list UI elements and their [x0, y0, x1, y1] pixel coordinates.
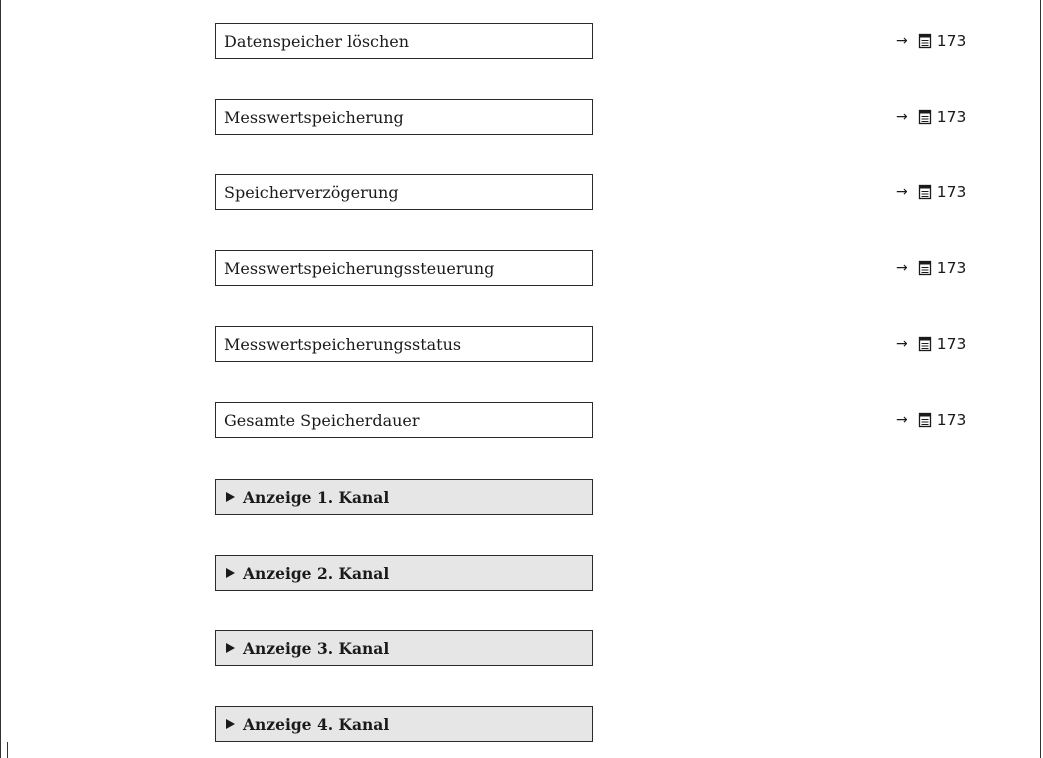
page-reference-icon	[918, 109, 931, 125]
page-number: 173	[936, 32, 967, 50]
page-reference[interactable]: → 173	[896, 23, 1006, 59]
page-number: 173	[936, 183, 967, 201]
submenu-triangle-icon	[226, 643, 235, 653]
submenu-label: Anzeige 2. Kanal	[243, 563, 390, 583]
page-number: 173	[936, 108, 967, 126]
parameter-gesamte-speicherdauer[interactable]: Gesamte Speicherdauer	[215, 402, 593, 438]
arrow-right-icon: →	[896, 412, 908, 428]
parameter-datenspeicher-loeschen[interactable]: Datenspeicher löschen	[215, 23, 593, 59]
page-reference-icon	[918, 336, 931, 352]
parameter-label: Gesamte Speicherdauer	[224, 410, 420, 430]
page-reference-icon	[918, 184, 931, 200]
parameter-label: Messwertspeicherung	[224, 107, 404, 127]
page-reference-icon	[918, 412, 931, 428]
parameter-label: Messwertspeicherungssteuerung	[224, 258, 495, 278]
page-reference[interactable]: → 173	[896, 402, 1006, 438]
arrow-right-icon: →	[896, 336, 908, 352]
page-reference[interactable]: → 173	[896, 250, 1006, 286]
left-border-line	[0, 0, 1, 758]
page-reference[interactable]: → 173	[896, 174, 1006, 210]
arrow-right-icon: →	[896, 109, 908, 125]
page-reference[interactable]: → 173	[896, 326, 1006, 362]
parameter-label: Messwertspeicherungsstatus	[224, 334, 462, 354]
parameter-messwertspeicherung[interactable]: Messwertspeicherung	[215, 99, 593, 135]
left-border-tick	[7, 742, 8, 758]
parameter-messwertspeicherungssteuerung[interactable]: Messwertspeicherungssteuerung	[215, 250, 593, 286]
submenu-triangle-icon	[226, 492, 235, 502]
arrow-right-icon: →	[896, 260, 908, 276]
page-number: 173	[936, 259, 967, 277]
submenu-label: Anzeige 3. Kanal	[243, 638, 390, 658]
right-border-line	[1040, 0, 1041, 758]
parameter-speicherverzoegerung[interactable]: Speicherverzögerung	[215, 174, 593, 210]
document-page: Datenspeicher löschen → 173 Messwertspei…	[0, 0, 1043, 758]
page-reference-icon	[918, 260, 931, 276]
submenu-triangle-icon	[226, 719, 235, 729]
parameter-label: Datenspeicher löschen	[224, 31, 410, 51]
parameter-messwertspeicherungsstatus[interactable]: Messwertspeicherungsstatus	[215, 326, 593, 362]
page-number: 173	[936, 335, 967, 353]
submenu-triangle-icon	[226, 568, 235, 578]
page-reference-icon	[918, 33, 931, 49]
page-reference[interactable]: → 173	[896, 99, 1006, 135]
submenu-anzeige-1-kanal[interactable]: Anzeige 1. Kanal	[215, 479, 593, 515]
arrow-right-icon: →	[896, 33, 908, 49]
submenu-label: Anzeige 1. Kanal	[243, 487, 390, 507]
submenu-anzeige-4-kanal[interactable]: Anzeige 4. Kanal	[215, 706, 593, 742]
submenu-anzeige-3-kanal[interactable]: Anzeige 3. Kanal	[215, 630, 593, 666]
arrow-right-icon: →	[896, 184, 908, 200]
submenu-anzeige-2-kanal[interactable]: Anzeige 2. Kanal	[215, 555, 593, 591]
page-number: 173	[936, 411, 967, 429]
submenu-label: Anzeige 4. Kanal	[243, 714, 390, 734]
parameter-label: Speicherverzögerung	[224, 182, 399, 202]
